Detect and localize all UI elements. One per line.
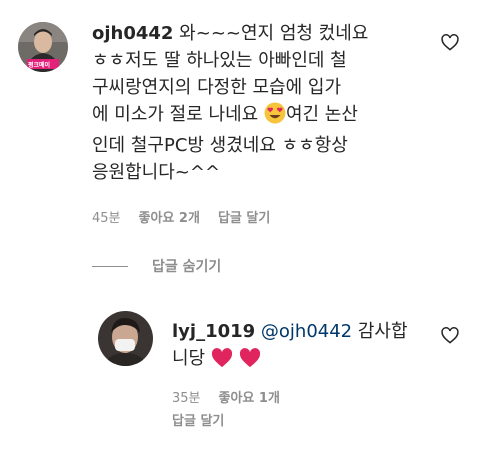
comment-text-line-4a: 에 미소가 절로 나네요 (92, 104, 259, 125)
comment-line-4: 에 미소가 절로 나네요 여긴 논산 (92, 101, 432, 132)
comment-username[interactable]: ojh0442 (92, 23, 173, 44)
comment-line-2: ㅎㅎ저도 딸 하나있는 아빠인데 철 (92, 50, 347, 71)
reply-mention-link[interactable]: @ojh0442 (261, 321, 352, 342)
reply-meta: 35분 좋아요 1개 (172, 387, 280, 406)
hide-replies-button[interactable]: 답글 숨기기 (92, 256, 221, 276)
comment-line-1: ojh0442 와~~~연지 엄청 컸네요 (92, 20, 432, 47)
comment-body: ojh0442 와~~~연지 엄청 컸네요 ㅎㅎ저도 딸 하나있는 아빠인데 철… (92, 20, 432, 186)
like-reply-button[interactable] (441, 327, 459, 344)
reply-avatar-image (98, 311, 153, 366)
comment-time: 45분 (92, 211, 121, 226)
hide-replies-label: 답글 숨기기 (152, 259, 222, 275)
comment-likes-link[interactable]: 좋아요 2개 (139, 211, 200, 226)
comment-line-6: 응원합니다~^^ (92, 162, 221, 183)
like-comment-button[interactable] (441, 34, 459, 51)
comment-line-3: 구씨랑연지의 다정한 모습에 입가 (92, 77, 342, 98)
comment-reply-link[interactable]: 답글 달기 (218, 211, 270, 226)
reply-line-2: 니당 (172, 345, 442, 376)
reply-avatar[interactable] (98, 311, 153, 366)
red-heart-emoji-icon (239, 348, 261, 376)
hide-replies-divider (92, 265, 128, 267)
reply-body: lyj_1019 @ojh0442 감사합 니당 (172, 318, 442, 376)
comment-text-line-4b: 여긴 논산 (285, 104, 358, 125)
reply-text-line-1: 감사합 (352, 321, 408, 342)
red-heart-emoji-icon (211, 348, 233, 376)
heart-outline-icon (441, 34, 459, 51)
heart-outline-icon (441, 327, 459, 344)
avatar-badge-text: 평크메이 (28, 62, 51, 69)
comment-meta: 45분 좋아요 2개 답글 달기 (92, 207, 270, 226)
heart-eyes-emoji-icon (264, 102, 286, 132)
reply-reply-row: 답글 달기 (172, 410, 224, 429)
commenter-avatar[interactable]: 평크메이 (18, 22, 68, 72)
comment-line-5: 인데 철구PC방 생겼네요 ㅎㅎ항상 (92, 135, 348, 156)
comment-text-line-1: 와~~~연지 엄청 컸네요 (173, 23, 369, 44)
reply-username[interactable]: lyj_1019 (172, 321, 255, 342)
reply-text-line-2: 니당 (172, 348, 206, 369)
reply-line-1: lyj_1019 @ojh0442 감사합 (172, 318, 442, 345)
reply-likes-link[interactable]: 좋아요 1개 (219, 391, 280, 406)
reply-reply-link[interactable]: 답글 달기 (172, 414, 224, 429)
reply-time: 35분 (172, 391, 201, 406)
